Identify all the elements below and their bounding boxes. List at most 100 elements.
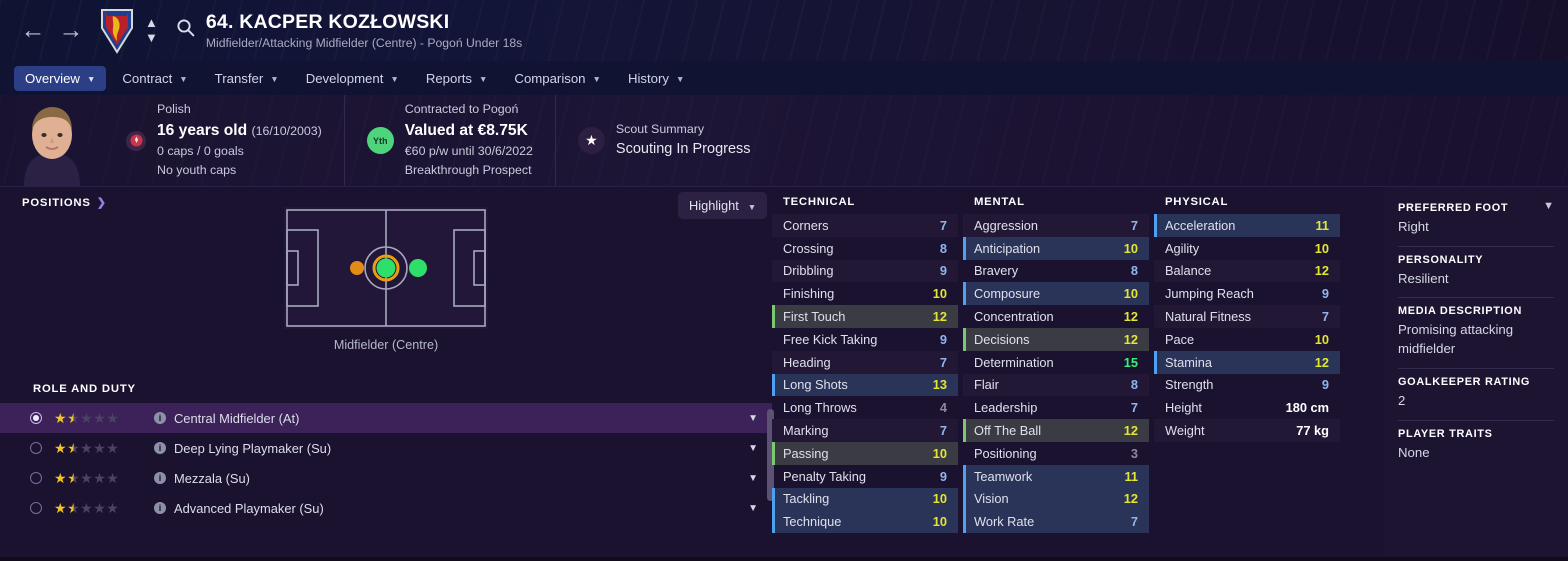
tab-overview[interactable]: Overview ▼ bbox=[14, 65, 107, 91]
attribute-name: Passing bbox=[783, 445, 829, 461]
attribute-row: First Touch 12 bbox=[772, 305, 958, 328]
chevron-down-icon: ▼ bbox=[86, 74, 96, 84]
chevron-down-icon[interactable]: ▼ bbox=[748, 443, 758, 454]
chevron-down-icon[interactable]: ▼ bbox=[1543, 200, 1554, 212]
star-icon: ★ bbox=[93, 410, 106, 426]
goalkeeper-rating-label: GOALKEEPER RATING bbox=[1398, 375, 1531, 388]
attribute-value: 3 bbox=[1130, 445, 1138, 461]
attribute-value: 9 bbox=[939, 331, 947, 347]
attribute-name: Marking bbox=[783, 423, 829, 439]
info-icon[interactable]: i bbox=[154, 472, 166, 484]
role-row[interactable]: ★ ★ ★ ★ ★ i Central Midfielder (At) ▼ bbox=[0, 403, 772, 433]
attribute-row: Flair 8 bbox=[963, 373, 1149, 397]
caps-goals-value: 0 caps / 0 goals bbox=[157, 144, 244, 159]
role-radio[interactable] bbox=[30, 502, 42, 514]
positions-pane: POSITIONS ❯ Highlight ▼ Midfielder (Cent… bbox=[0, 186, 774, 561]
chevron-down-icon: ▼ bbox=[747, 201, 757, 212]
pitch-diagram[interactable] bbox=[284, 207, 488, 329]
nationality-block: Polish 16 years old (16/10/2003) 0 caps … bbox=[104, 95, 344, 186]
role-radio[interactable] bbox=[30, 472, 42, 484]
tab-comparison[interactable]: Comparison ▼ bbox=[503, 66, 612, 91]
info-icon[interactable]: i bbox=[154, 442, 166, 454]
chevron-right-icon[interactable]: ❯ bbox=[97, 196, 106, 209]
attribute-value: 10 bbox=[932, 491, 947, 507]
chevron-down-icon[interactable]: ▼ bbox=[748, 413, 758, 424]
chevron-up-icon[interactable]: ▲ bbox=[145, 16, 158, 29]
preferred-foot-section: PREFERRED FOOT Right bbox=[1398, 195, 1554, 246]
player-traits-section: PLAYER TRAITS None bbox=[1398, 419, 1554, 472]
attribute-row: Balance 12 bbox=[1154, 259, 1340, 283]
chevron-down-icon: ▼ bbox=[675, 74, 685, 84]
attribute-row: Agility 10 bbox=[1154, 237, 1340, 260]
role-row[interactable]: ★ ★ ★ ★ ★ i Deep Lying Playmaker (Su) ▼ bbox=[0, 433, 772, 463]
media-description-label: MEDIA DESCRIPTION bbox=[1398, 305, 1523, 318]
role-row[interactable]: ★ ★ ★ ★ ★ i Advanced Playmaker (Su) ▼ bbox=[0, 493, 772, 523]
attribute-row: Teamwork 11 bbox=[963, 464, 1149, 488]
role-row[interactable]: ★ ★ ★ ★ ★ i Mezzala (Su) ▼ bbox=[0, 463, 772, 493]
tab-reports[interactable]: Reports ▼ bbox=[415, 66, 499, 91]
chevron-down-icon: ▼ bbox=[592, 74, 601, 84]
role-name: Mezzala (Su) bbox=[174, 470, 250, 486]
positions-label: POSITIONS bbox=[22, 196, 91, 209]
attribute-row: Free Kick Taking 9 bbox=[772, 328, 958, 351]
attribute-value: 10 bbox=[932, 445, 947, 461]
attribute-row: Tackling 10 bbox=[772, 487, 958, 511]
chevron-down-icon[interactable]: ▼ bbox=[145, 31, 158, 44]
contract-status: Breakthrough Prospect bbox=[404, 163, 532, 178]
mental-header: MENTAL bbox=[974, 196, 1025, 208]
tab-contract[interactable]: Contract ▼ bbox=[111, 66, 198, 91]
chevron-down-icon: ▼ bbox=[479, 74, 488, 84]
scout-summary-block[interactable]: ★ Scout Summary Scouting In Progress bbox=[554, 95, 773, 186]
role-radio[interactable] bbox=[30, 442, 42, 454]
attribute-name: Free Kick Taking bbox=[783, 331, 878, 347]
back-arrow-icon[interactable]: ← bbox=[14, 12, 52, 50]
tab-history[interactable]: History ▼ bbox=[617, 66, 695, 91]
attribute-name: Determination bbox=[974, 354, 1054, 370]
forward-arrow-icon[interactable]: → bbox=[52, 12, 90, 50]
attribute-value: 7 bbox=[1321, 309, 1329, 325]
highlight-dropdown[interactable]: Highlight ▼ bbox=[678, 192, 768, 219]
player-info-strip: Polish 16 years old (16/10/2003) 0 caps … bbox=[0, 95, 1568, 186]
attribute-value: 11 bbox=[1124, 468, 1138, 484]
star-icon: ★ bbox=[80, 440, 93, 456]
info-icon[interactable]: i bbox=[154, 502, 166, 514]
attribute-row: Crossing 8 bbox=[772, 237, 958, 260]
positions-header[interactable]: POSITIONS ❯ bbox=[0, 187, 772, 210]
attribute-row: Positioning 3 bbox=[963, 442, 1149, 465]
attribute-row: Anticipation 10 bbox=[963, 236, 1149, 260]
attributes-panel: TECHNICAL Corners 7 Crossing 8 Dribbling 9 Fin… bbox=[772, 186, 1384, 561]
attribute-row: Penalty Taking 9 bbox=[772, 465, 958, 488]
tab-development[interactable]: Development ▼ bbox=[295, 66, 410, 91]
role-radio[interactable] bbox=[30, 412, 42, 424]
star-icon: ★ bbox=[54, 470, 67, 486]
attribute-value: 10 bbox=[1314, 240, 1329, 256]
star-icon: ★ bbox=[80, 470, 93, 486]
technical-column: TECHNICAL Corners 7 Crossing 8 Dribbling 9 Fin… bbox=[772, 191, 958, 561]
defensive-midfielder-marker bbox=[350, 261, 364, 275]
attribute-row: Dribbling 9 bbox=[772, 259, 958, 283]
star-icon: ★ bbox=[93, 470, 106, 486]
player-value: Valued at €8.75K bbox=[404, 121, 528, 139]
attribute-name: Vision bbox=[974, 491, 1009, 507]
attribute-name: Flair bbox=[974, 377, 999, 393]
player-spinner[interactable]: ▲ ▼ bbox=[145, 16, 158, 44]
attribute-value: 8 bbox=[1130, 377, 1138, 393]
chevron-down-icon[interactable]: ▼ bbox=[748, 503, 758, 514]
search-icon[interactable] bbox=[176, 18, 195, 42]
attribute-value: 180 cm bbox=[1285, 400, 1329, 416]
media-description-value: Promising attacking midfielder bbox=[1398, 322, 1514, 357]
attribute-value: 12 bbox=[1123, 309, 1138, 325]
goalkeeper-rating-section: GOALKEEPER RATING 2 bbox=[1398, 367, 1554, 420]
chevron-down-icon[interactable]: ▼ bbox=[748, 473, 758, 484]
media-description-section: MEDIA DESCRIPTION Promising attacking mi… bbox=[1398, 297, 1554, 367]
age-value: 16 years old bbox=[157, 121, 248, 139]
attribute-name: Weight bbox=[1165, 423, 1205, 439]
info-icon[interactable]: i bbox=[154, 412, 166, 424]
star-icon: ★ bbox=[80, 500, 93, 516]
tab-transfer[interactable]: Transfer ▼ bbox=[204, 66, 290, 91]
attribute-row: Work Rate 7 bbox=[963, 510, 1149, 534]
star-icon: ★ bbox=[54, 500, 67, 516]
club-crest-icon[interactable] bbox=[98, 8, 136, 54]
attribute-value: 9 bbox=[939, 468, 947, 484]
attribute-row: Decisions 12 bbox=[963, 327, 1149, 351]
